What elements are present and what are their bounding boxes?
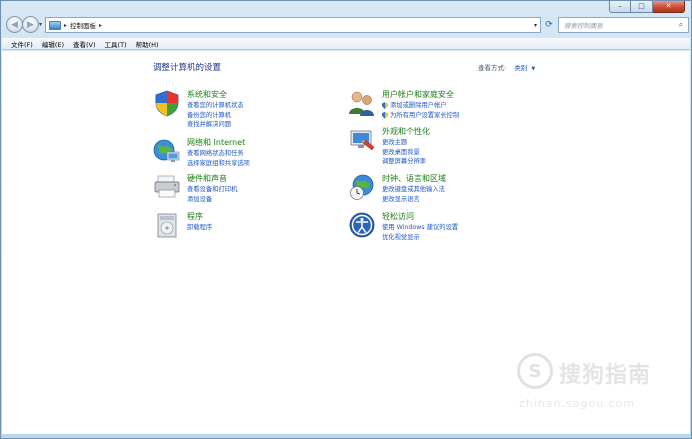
link-label: 更改显示语言 (382, 195, 420, 203)
link-label: 卸载程序 (187, 224, 213, 231)
link-label: 查看网络状态和任务 (187, 150, 244, 157)
navigation-bar: ◀ ▶ ▾ ▸ 控制面板 ▸ ▾ ⟳ 搜索控制面板 ⌕ (5, 15, 689, 35)
link-homegroup-sharing[interactable]: 选择家庭组和共享选项 (187, 159, 250, 169)
uac-shield-icon (382, 111, 388, 119)
link-backup-computer[interactable]: 备份您的计算机 (187, 111, 244, 121)
menu-view[interactable]: 查看(V) (73, 39, 96, 49)
link-recommended-settings[interactable]: 使用 Windows 建议的设置 (382, 223, 458, 233)
link-label: 查看设备和打印机 (187, 186, 238, 193)
link-label: 查看您的计算机状态 (187, 102, 244, 109)
link-change-theme[interactable]: 更改主题 (382, 138, 426, 148)
uac-shield-icon (382, 102, 388, 110)
link-label: 为所有用户设置家长控制 (390, 111, 460, 119)
search-input[interactable]: 搜索控制面板 (559, 20, 674, 30)
link-label: 优化视觉显示 (382, 233, 420, 241)
view-by-dropdown[interactable]: 类别 (514, 64, 527, 72)
category-title[interactable]: 程序 (187, 211, 203, 222)
view-by-label: 查看方式: (478, 64, 507, 72)
menu-bar: 文件(F) 编辑(E) 查看(V) 工具(T) 帮助(H) (2, 38, 690, 50)
link-change-keyboard-input[interactable]: 更改键盘或其他输入法 (382, 185, 445, 195)
link-screen-resolution[interactable]: 调整屏幕分辨率 (382, 157, 426, 167)
link-label: 查找并解决问题 (187, 121, 232, 129)
link-parental-controls[interactable]: 为所有用户设置家长控制 (382, 111, 459, 121)
link-uninstall-program[interactable]: 卸载程序 (187, 223, 212, 233)
back-button[interactable]: ◀ (6, 16, 23, 33)
category-title[interactable]: 外观和个性化 (382, 126, 430, 137)
chevron-down-icon[interactable]: ▼ (531, 66, 535, 72)
menu-tools[interactable]: 工具(T) (105, 39, 127, 49)
category-title[interactable]: 硬件和声音 (187, 173, 227, 184)
link-add-device[interactable]: 添加设备 (187, 195, 237, 205)
link-label: 更改键盘或其他输入法 (382, 186, 445, 193)
system-security-icon[interactable] (153, 89, 181, 117)
link-label: 添加设备 (187, 195, 213, 203)
watermark: S 搜狗指南 zhinan.sogou.com (517, 353, 685, 413)
forward-button[interactable]: ▶ (22, 16, 39, 33)
breadcrumb-control-panel[interactable]: 控制面板 (70, 20, 96, 30)
ease-of-access-icon[interactable] (348, 211, 376, 239)
caption-buttons: – □ ✕ (609, 1, 685, 13)
arrow-right-icon: ▶ (27, 19, 34, 30)
close-button[interactable]: ✕ (653, 1, 685, 13)
menu-help[interactable]: 帮助(H) (136, 39, 159, 49)
link-label: 更改主题 (382, 139, 408, 146)
sogou-logo: S (517, 353, 553, 389)
page-title: 调整计算机的设置 (153, 63, 222, 73)
view-by-control: 查看方式: 类别 ▼ (478, 62, 535, 72)
search-box[interactable]: 搜索控制面板 ⌕ (558, 17, 689, 33)
link-change-display-language[interactable]: 更改显示语言 (382, 195, 445, 205)
link-label: 备份您的计算机 (187, 111, 232, 119)
programs-icon[interactable] (153, 211, 181, 239)
clock-language-icon[interactable] (348, 173, 376, 201)
category-title[interactable]: 用户帐户和家庭安全 (382, 89, 454, 100)
refresh-button[interactable]: ⟳ (543, 17, 555, 33)
link-devices-printers[interactable]: 查看设备和打印机 (187, 185, 237, 195)
link-label: 选择家庭组和共享选项 (187, 159, 250, 167)
category-title[interactable]: 轻松访问 (382, 211, 414, 222)
link-network-status[interactable]: 查看网络状态和任务 (187, 149, 250, 159)
refresh-icon: ⟳ (545, 20, 553, 30)
address-dropdown-icon[interactable]: ▾ (534, 22, 537, 29)
hardware-sound-icon[interactable] (153, 173, 181, 201)
appearance-icon[interactable] (348, 126, 376, 154)
breadcrumb-chevron-icon[interactable]: ▸ (64, 22, 67, 29)
minimize-button[interactable]: – (609, 1, 631, 13)
user-accounts-icon[interactable] (348, 89, 376, 117)
breadcrumb-chevron-icon[interactable]: ▸ (99, 22, 102, 29)
control-panel-icon (49, 20, 61, 30)
maximize-button[interactable]: □ (631, 1, 653, 13)
category-title[interactable]: 网络和 Internet (187, 137, 245, 148)
link-troubleshoot[interactable]: 查找并解决问题 (187, 120, 244, 130)
network-icon[interactable] (153, 137, 181, 165)
address-bar[interactable]: ▸ 控制面板 ▸ ▾ (45, 17, 541, 33)
control-panel-window: – □ ✕ ◀ ▶ ▾ ▸ 控制面板 ▸ ▾ ⟳ 搜索控制面板 ⌕ 文件(F) … (0, 0, 692, 439)
search-icon[interactable]: ⌕ (674, 20, 688, 30)
watermark-url: zhinan.sogou.com (519, 397, 636, 410)
menu-file[interactable]: 文件(F) (11, 39, 33, 49)
link-add-remove-accounts[interactable]: 添加或删除用户帐户 (382, 101, 459, 111)
link-label: 添加或删除用户帐户 (390, 102, 447, 109)
link-label: 调整屏幕分辨率 (382, 158, 427, 166)
link-optimize-visual-display[interactable]: 优化视觉显示 (382, 233, 458, 243)
link-label: 使用 Windows 建议的设置 (382, 224, 459, 231)
category-title[interactable]: 时钟、语言和区域 (382, 173, 446, 184)
watermark-text: 搜狗指南 (559, 363, 652, 388)
menu-edit[interactable]: 编辑(E) (42, 39, 64, 49)
link-change-background[interactable]: 更改桌面背景 (382, 148, 426, 158)
recent-pages-dropdown[interactable]: ▾ (39, 21, 42, 28)
arrow-left-icon: ◀ (11, 19, 18, 30)
link-view-computer-status[interactable]: 查看您的计算机状态 (187, 101, 244, 111)
category-title[interactable]: 系统和安全 (187, 89, 227, 100)
link-label: 更改桌面背景 (382, 148, 420, 156)
